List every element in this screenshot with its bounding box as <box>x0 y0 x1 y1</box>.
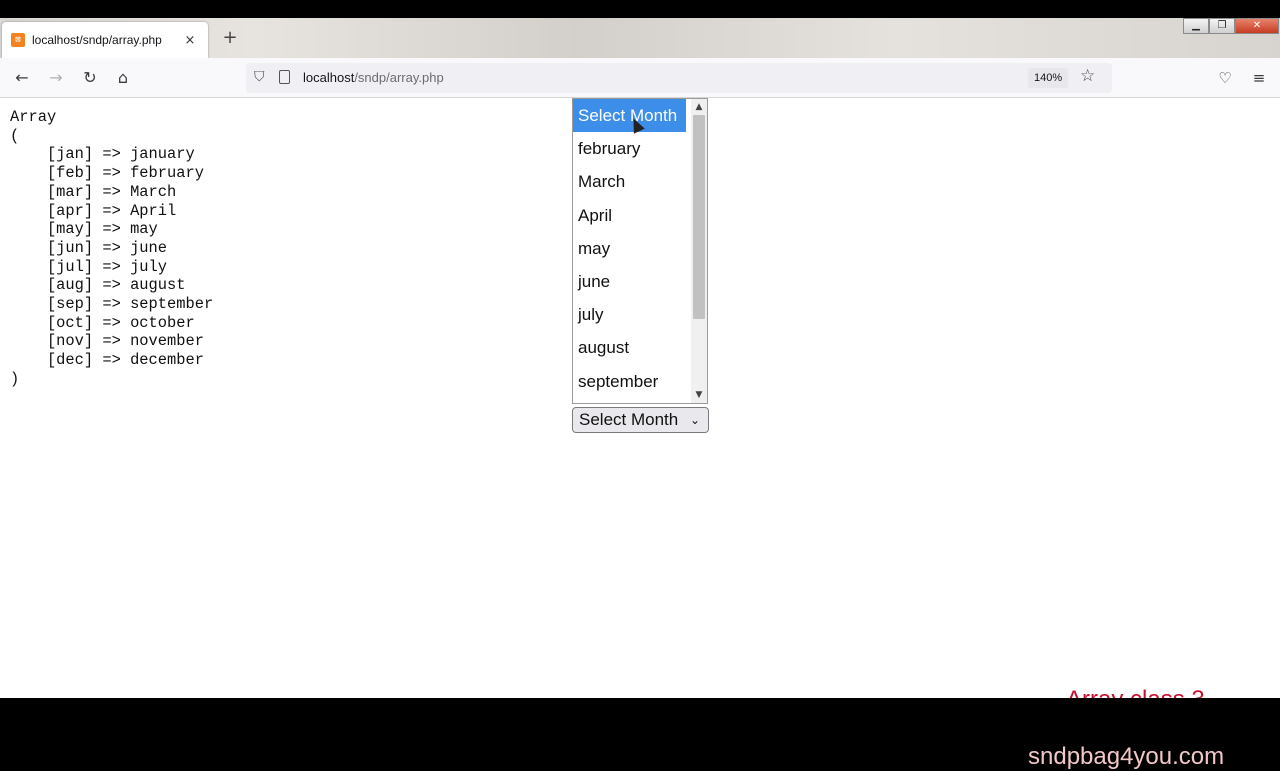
home-icon[interactable]: ⌂ <box>112 67 134 89</box>
shield-icon[interactable]: ⛉ <box>254 69 268 85</box>
reload-icon[interactable]: ↻ <box>79 67 101 89</box>
chevron-down-icon: ⌄ <box>689 413 700 427</box>
menu-icon[interactable]: ≡ <box>1248 67 1270 89</box>
tab-title: localhost/sndp/array.php <box>32 33 162 47</box>
dropdown-scrollbar[interactable]: ▲ ▼ <box>691 99 707 403</box>
dropdown-option[interactable]: may <box>573 232 686 265</box>
dropdown-option[interactable]: july <box>573 298 686 331</box>
scroll-down-icon[interactable]: ▼ <box>691 387 707 403</box>
pocket-icon[interactable]: ♡ <box>1214 67 1236 89</box>
tab-active[interactable]: ⊠ localhost/sndp/array.php × <box>2 22 208 58</box>
zoom-level-button[interactable]: 140% <box>1028 68 1069 88</box>
address-bar[interactable]: ⛉ localhost/sndp/array.php 140% ☆ <box>246 63 1112 93</box>
window-controls: ▁ ❐ ✕ <box>1183 18 1279 34</box>
select-value: Select Month <box>579 410 679 429</box>
watermark-site: sndpbag4you.com <box>1028 743 1225 770</box>
month-select[interactable]: Select Month ⌄ <box>572 407 709 433</box>
maximize-button[interactable]: ❐ <box>1209 18 1235 34</box>
new-tab-button[interactable]: + <box>220 28 240 48</box>
dropdown-option[interactable]: March <box>573 165 686 198</box>
dropdown-option[interactable]: April <box>573 199 686 232</box>
nav-toolbar: ← → ↻ ⌂ ⛉ localhost/sndp/array.php 140% … <box>0 58 1280 98</box>
xampp-favicon-icon: ⊠ <box>11 33 25 47</box>
minimize-button[interactable]: ▁ <box>1183 18 1209 34</box>
dropdown-option[interactable]: june <box>573 265 686 298</box>
scrollbar-thumb[interactable] <box>693 115 705 319</box>
window-close-button[interactable]: ✕ <box>1235 18 1279 34</box>
dropdown-option[interactable]: february <box>573 132 686 165</box>
bottom-taskbar <box>0 698 1280 720</box>
star-icon[interactable]: ☆ <box>1080 66 1095 86</box>
dropdown-option[interactable]: august <box>573 331 686 364</box>
top-black-bar <box>0 0 1280 18</box>
dropdown-option[interactable]: september <box>573 365 686 398</box>
page-icon <box>279 70 290 84</box>
page-content: Array ( [jan] => january [feb] => februa… <box>0 98 1280 770</box>
array-output: Array ( [jan] => january [feb] => februa… <box>10 108 214 388</box>
month-dropdown-list[interactable]: Select Month february March April may ju… <box>572 98 708 404</box>
back-icon[interactable]: ← <box>11 67 33 89</box>
scroll-up-icon[interactable]: ▲ <box>691 99 707 115</box>
tab-strip: ⊠ localhost/sndp/array.php × + <box>0 18 1280 58</box>
tab-close-icon[interactable]: × <box>182 33 198 48</box>
url-text[interactable]: localhost/sndp/array.php <box>303 70 444 85</box>
forward-icon[interactable]: → <box>45 67 67 89</box>
url-path: /sndp/array.php <box>354 70 444 85</box>
dropdown-option[interactable]: Select Month <box>573 99 686 133</box>
url-host: localhost <box>303 70 355 85</box>
